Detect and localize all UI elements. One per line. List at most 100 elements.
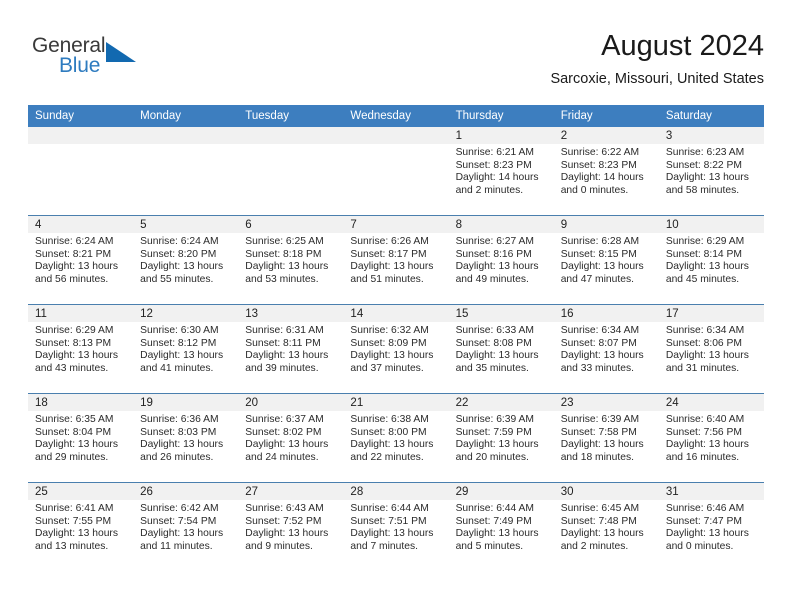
- day-info-daylight-line2: and 51 minutes.: [350, 273, 424, 285]
- day-cell[interactable]: 31 Sunrise: 6:46 AM Sunset: 7:47 PM Dayligh…: [658, 483, 764, 571]
- day-cell[interactable]: 26 Sunrise: 6:42 AM Sunset: 7:54 PM Dayligh…: [133, 483, 239, 571]
- day-sun-info: Sunrise: 6:27 AM Sunset: 8:16 PM Daylight:…: [449, 233, 554, 286]
- logo-text-blue: Blue: [59, 54, 101, 77]
- day-info-daylight-line1: Daylight: 13 hours: [455, 350, 539, 362]
- day-number: 28: [343, 483, 449, 500]
- day-info-daylight-line1: Daylight: 13 hours: [35, 261, 118, 273]
- day-sun-info: Sunrise: 6:24 AM Sunset: 8:21 PM Daylight:…: [28, 233, 133, 286]
- day-sun-info: Sunrise: 6:43 AM Sunset: 7:52 PM Daylight:…: [238, 500, 343, 553]
- day-cell[interactable]: 5 Sunrise: 6:24 AM Sunset: 8:20 PM Daylight…: [133, 216, 239, 304]
- day-cell[interactable]: 21 Sunrise: 6:38 AM Sunset: 8:00 PM Dayligh…: [343, 394, 449, 482]
- day-number: 8: [448, 216, 554, 233]
- day-info-sunrise: Sunrise: 6:26 AM: [350, 236, 429, 247]
- day-info-daylight-line2: and 37 minutes.: [350, 362, 424, 374]
- day-info-daylight-line1: Daylight: 13 hours: [455, 261, 539, 273]
- day-cell[interactable]: 13 Sunrise: 6:31 AM Sunset: 8:11 PM Dayligh…: [238, 305, 344, 393]
- day-sun-info: Sunrise: 6:30 AM Sunset: 8:12 PM Daylight:…: [133, 322, 238, 375]
- calendar-cell: 12 Sunrise: 6:30 AM Sunset: 8:12 PM Dayligh…: [133, 304, 239, 394]
- calendar-cell: [28, 127, 134, 216]
- day-cell[interactable]: 3 Sunrise: 6:23 AM Sunset: 8:22 PM Daylight…: [658, 127, 764, 215]
- day-info-sunrise: Sunrise: 6:31 AM: [245, 325, 324, 336]
- day-cell[interactable]: 23 Sunrise: 6:39 AM Sunset: 7:58 PM Dayligh…: [553, 394, 659, 482]
- weekday-header-wednesday: Wednesday: [343, 105, 449, 127]
- day-cell[interactable]: 17 Sunrise: 6:34 AM Sunset: 8:06 PM Dayligh…: [658, 305, 764, 393]
- day-info-daylight-line2: and 26 minutes.: [140, 451, 214, 463]
- day-number: 25: [28, 483, 134, 500]
- day-sun-info: Sunrise: 6:38 AM Sunset: 8:00 PM Daylight:…: [343, 411, 448, 464]
- day-number: 24: [658, 394, 764, 411]
- day-info-daylight-line2: and 5 minutes.: [455, 540, 524, 552]
- day-info-sunset: Sunset: 7:52 PM: [245, 515, 322, 527]
- day-info-daylight-line1: Daylight: 13 hours: [245, 350, 329, 362]
- day-number: 27: [238, 483, 344, 500]
- day-cell[interactable]: 25 Sunrise: 6:41 AM Sunset: 7:55 PM Dayligh…: [28, 483, 134, 571]
- day-info-sunrise: Sunrise: 6:37 AM: [245, 414, 324, 425]
- day-number: 9: [553, 216, 659, 233]
- day-info-daylight-line2: and 9 minutes.: [245, 540, 313, 552]
- day-sun-info: Sunrise: 6:36 AM Sunset: 8:03 PM Daylight:…: [133, 411, 238, 464]
- calendar-cell: 19 Sunrise: 6:36 AM Sunset: 8:03 PM Dayligh…: [133, 393, 239, 483]
- logo-triangle-icon: [106, 42, 136, 62]
- calendar-cell: 13 Sunrise: 6:31 AM Sunset: 8:11 PM Dayligh…: [238, 304, 344, 394]
- day-cell[interactable]: 6 Sunrise: 6:25 AM Sunset: 8:18 PM Daylight…: [238, 216, 344, 304]
- day-cell[interactable]: 22 Sunrise: 6:39 AM Sunset: 7:59 PM Dayligh…: [448, 394, 554, 482]
- day-info-daylight-line2: and 53 minutes.: [245, 273, 319, 285]
- day-sun-info: Sunrise: 6:33 AM Sunset: 8:08 PM Daylight:…: [449, 322, 554, 375]
- day-cell[interactable]: 20 Sunrise: 6:37 AM Sunset: 8:02 PM Dayligh…: [238, 394, 344, 482]
- day-cell[interactable]: 28 Sunrise: 6:44 AM Sunset: 7:51 PM Dayligh…: [343, 483, 449, 571]
- day-info-daylight-line1: Daylight: 13 hours: [560, 350, 644, 362]
- day-cell[interactable]: 15 Sunrise: 6:33 AM Sunset: 8:08 PM Dayligh…: [448, 305, 554, 393]
- day-sun-info: Sunrise: 6:42 AM Sunset: 7:54 PM Daylight:…: [133, 500, 238, 553]
- day-cell[interactable]: 16 Sunrise: 6:34 AM Sunset: 8:07 PM Dayligh…: [553, 305, 659, 393]
- day-cell[interactable]: 30 Sunrise: 6:45 AM Sunset: 7:48 PM Dayligh…: [553, 483, 659, 571]
- day-cell[interactable]: 14 Sunrise: 6:32 AM Sunset: 8:09 PM Dayligh…: [343, 305, 449, 393]
- day-cell[interactable]: 1 Sunrise: 6:21 AM Sunset: 8:23 PM Daylight…: [448, 127, 554, 215]
- day-cell[interactable]: 19 Sunrise: 6:36 AM Sunset: 8:03 PM Dayligh…: [133, 394, 239, 482]
- day-info-sunrise: Sunrise: 6:39 AM: [560, 414, 640, 425]
- day-info-daylight-line2: and 41 minutes.: [140, 362, 214, 374]
- day-sun-info: Sunrise: 6:35 AM Sunset: 8:04 PM Daylight:…: [28, 411, 133, 464]
- day-number: 18: [28, 394, 134, 411]
- calendar-cell: 18 Sunrise: 6:35 AM Sunset: 8:04 PM Dayligh…: [28, 393, 134, 483]
- day-info-sunset: Sunset: 8:14 PM: [665, 248, 742, 260]
- day-info-sunset: Sunset: 8:13 PM: [35, 337, 112, 349]
- day-info-daylight-line2: and 29 minutes.: [35, 451, 109, 463]
- day-info-daylight-line1: Daylight: 13 hours: [665, 528, 749, 540]
- day-cell[interactable]: 12 Sunrise: 6:30 AM Sunset: 8:12 PM Dayligh…: [133, 305, 239, 393]
- day-number: [343, 127, 449, 144]
- day-info-daylight-line1: Daylight: 13 hours: [350, 261, 434, 273]
- day-cell[interactable]: 10 Sunrise: 6:29 AM Sunset: 8:14 PM Dayligh…: [658, 216, 764, 304]
- day-cell[interactable]: 9 Sunrise: 6:28 AM Sunset: 8:15 PM Daylight…: [553, 216, 659, 304]
- general-blue-logo[interactable]: General Blue: [32, 34, 162, 90]
- day-cell[interactable]: 8 Sunrise: 6:27 AM Sunset: 8:16 PM Daylight…: [448, 216, 554, 304]
- day-sun-info: Sunrise: 6:22 AM Sunset: 8:23 PM Daylight:…: [554, 144, 659, 197]
- day-info-sunset: Sunset: 7:48 PM: [560, 515, 637, 527]
- day-info-daylight-line2: and 55 minutes.: [140, 273, 214, 285]
- calendar-cell: 15 Sunrise: 6:33 AM Sunset: 8:08 PM Dayligh…: [448, 304, 554, 394]
- day-cell[interactable]: 2 Sunrise: 6:22 AM Sunset: 8:23 PM Daylight…: [553, 127, 659, 215]
- day-info-sunrise: Sunrise: 6:29 AM: [665, 236, 745, 247]
- day-number: 22: [448, 394, 554, 411]
- day-number: 19: [133, 394, 239, 411]
- calendar-week-row: 1 Sunrise: 6:21 AM Sunset: 8:23 PM Daylight…: [28, 127, 764, 216]
- day-cell[interactable]: 29 Sunrise: 6:44 AM Sunset: 7:49 PM Dayligh…: [448, 483, 554, 571]
- day-info-daylight-line1: Daylight: 14 hours: [455, 172, 539, 184]
- day-cell[interactable]: 27 Sunrise: 6:43 AM Sunset: 7:52 PM Dayligh…: [238, 483, 344, 571]
- day-sun-info: Sunrise: 6:29 AM Sunset: 8:13 PM Daylight:…: [28, 322, 133, 375]
- calendar-cell: 1 Sunrise: 6:21 AM Sunset: 8:23 PM Daylight…: [448, 127, 554, 216]
- calendar-cell: 22 Sunrise: 6:39 AM Sunset: 7:59 PM Dayligh…: [448, 393, 554, 483]
- day-cell[interactable]: 7 Sunrise: 6:26 AM Sunset: 8:17 PM Daylight…: [343, 216, 449, 304]
- calendar-cell: 27 Sunrise: 6:43 AM Sunset: 7:52 PM Dayligh…: [238, 482, 344, 571]
- calendar-cell: 5 Sunrise: 6:24 AM Sunset: 8:20 PM Daylight…: [133, 215, 239, 305]
- day-sun-info: Sunrise: 6:44 AM Sunset: 7:51 PM Daylight:…: [343, 500, 448, 553]
- day-info-daylight-line2: and 24 minutes.: [245, 451, 319, 463]
- day-cell[interactable]: 4 Sunrise: 6:24 AM Sunset: 8:21 PM Daylight…: [28, 216, 134, 304]
- day-info-sunrise: Sunrise: 6:35 AM: [35, 414, 114, 425]
- day-info-daylight-line1: Daylight: 13 hours: [665, 350, 749, 362]
- day-cell[interactable]: 18 Sunrise: 6:35 AM Sunset: 8:04 PM Dayligh…: [28, 394, 134, 482]
- day-number: 23: [553, 394, 659, 411]
- day-info-sunrise: Sunrise: 6:29 AM: [35, 325, 114, 336]
- day-number: 10: [658, 216, 764, 233]
- day-cell[interactable]: 11 Sunrise: 6:29 AM Sunset: 8:13 PM Dayligh…: [28, 305, 134, 393]
- day-cell[interactable]: 24 Sunrise: 6:40 AM Sunset: 7:56 PM Dayligh…: [658, 394, 764, 482]
